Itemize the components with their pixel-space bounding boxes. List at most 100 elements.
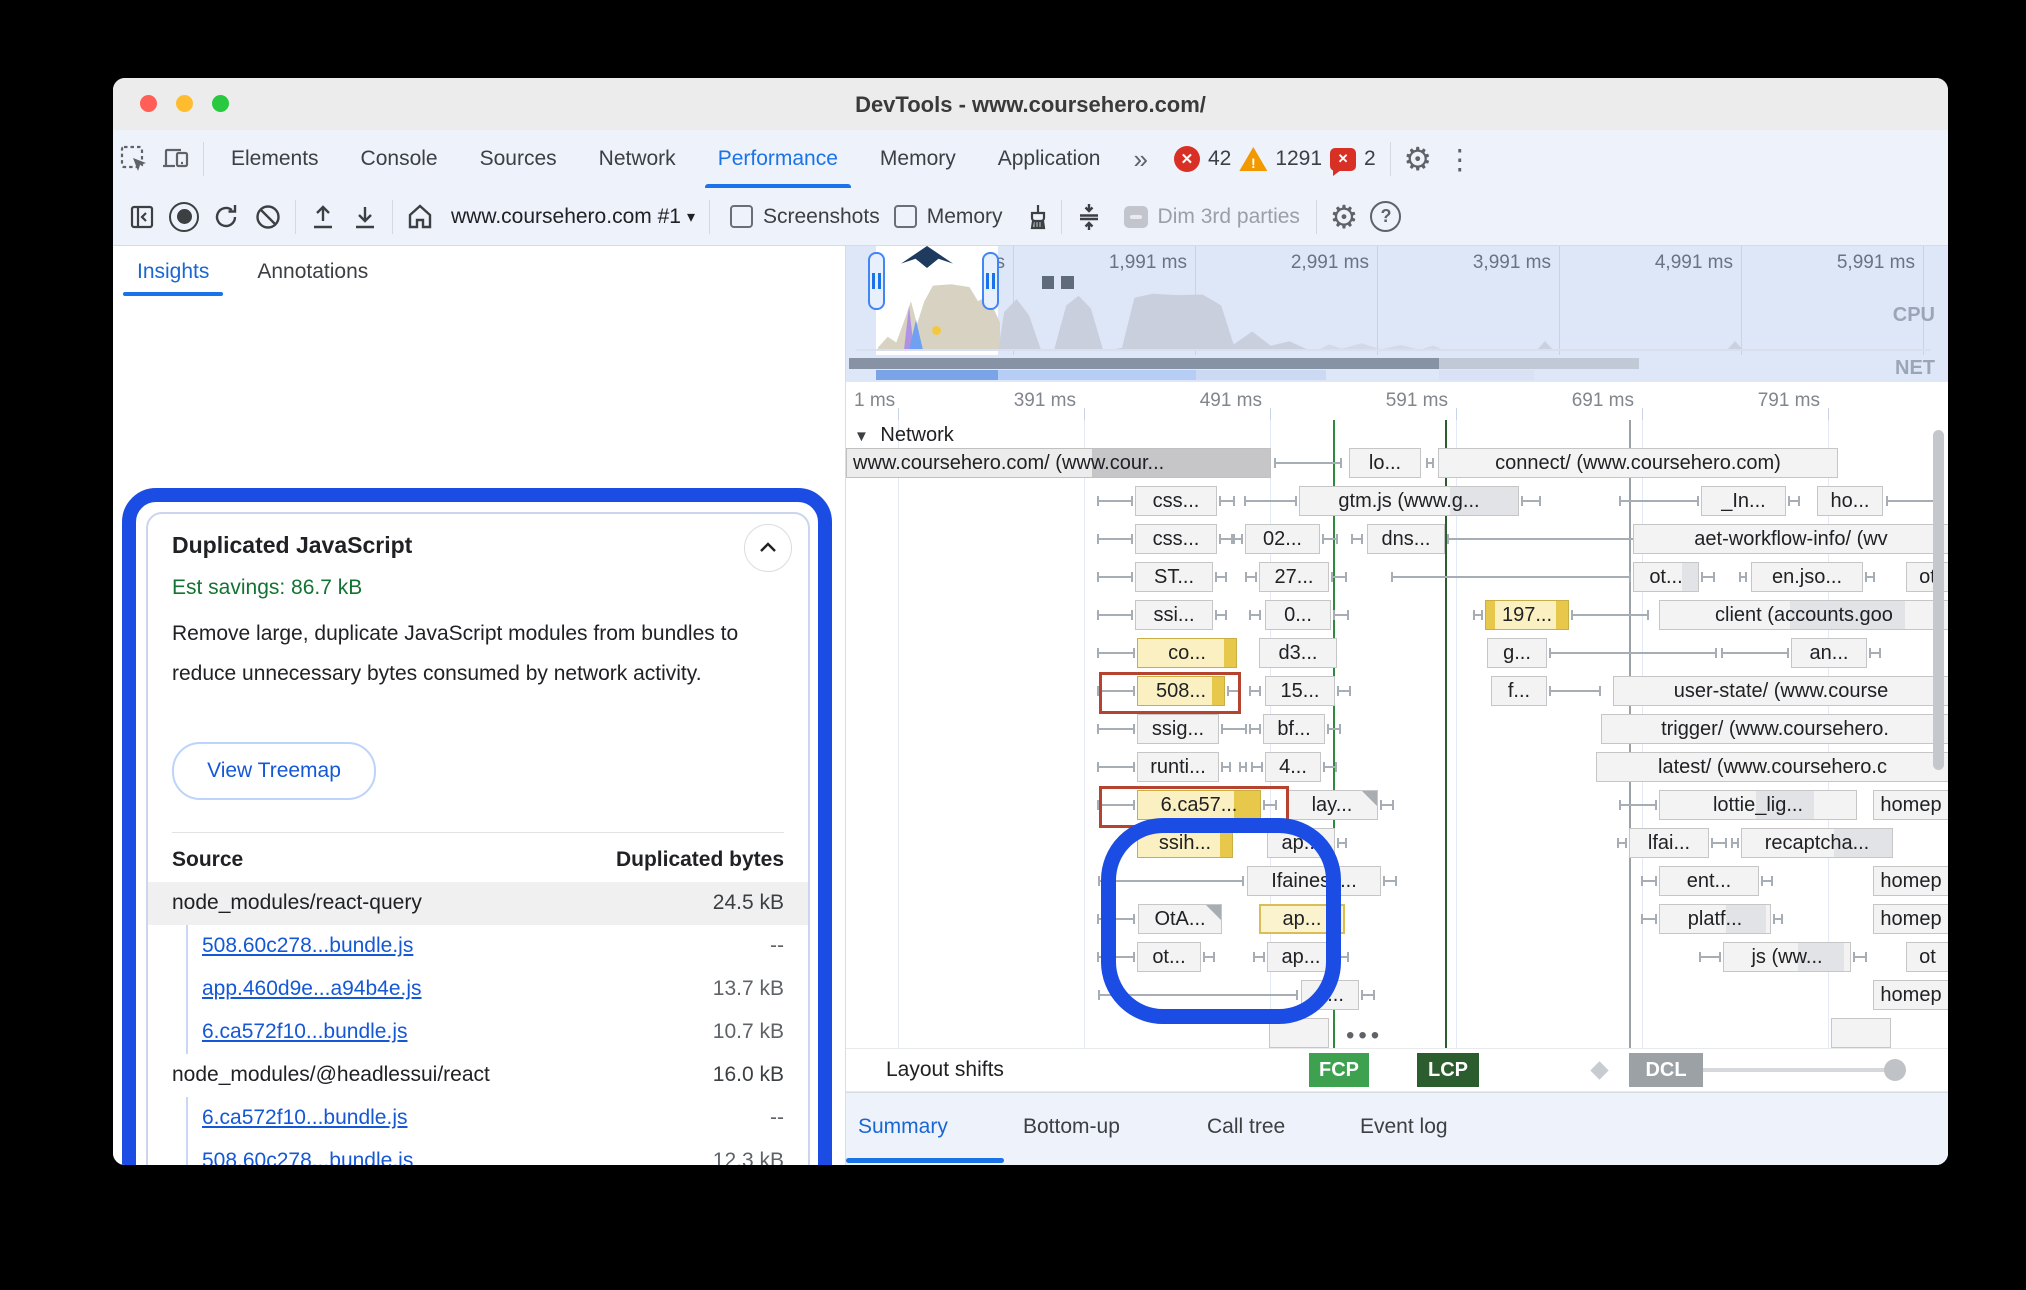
lcp-badge[interactable]: LCP [1417,1053,1479,1087]
network-section-header[interactable]: ▼ Network [854,424,954,447]
network-request[interactable]: lay... [1286,790,1378,820]
network-request[interactable]: js (ww... [1723,942,1851,972]
help-icon[interactable]: ? [1365,196,1407,238]
network-request[interactable]: d3... [1259,638,1337,668]
tab-call-tree[interactable]: Call tree [1207,1115,1285,1139]
network-request[interactable]: an... [1791,638,1867,668]
network-request[interactable]: runti... [1137,752,1219,782]
network-request[interactable]: 02... [1245,524,1320,554]
memory-label[interactable]: Memory [927,205,1003,229]
settings-gear-icon[interactable]: ⚙ [1397,138,1439,180]
network-request[interactable] [1831,1018,1891,1048]
network-request[interactable]: en.jso... [1751,562,1863,592]
network-request[interactable]: ap... [1259,904,1345,934]
network-request[interactable]: recaptcha... [1741,828,1893,858]
network-request[interactable]: latest/ (www.coursehero.c [1596,752,1948,782]
network-request[interactable]: aet-workflow-info/ (wv [1633,524,1948,554]
network-request[interactable]: css... [1135,524,1217,554]
capture-settings-gear-icon[interactable]: ⚙ [1323,196,1365,238]
network-request[interactable]: gtm.js (www.g... [1299,486,1519,516]
network-request[interactable]: 0... [1265,600,1331,630]
screenshots-label[interactable]: Screenshots [763,205,880,229]
tab-memory[interactable]: Memory [859,130,977,188]
network-request[interactable]: ent... [1659,866,1759,896]
bundle-link[interactable]: 6.ca572f10...bundle.js [202,1106,408,1130]
network-request[interactable]: ot [1906,942,1948,972]
selection-handle-left[interactable] [868,252,885,310]
warning-icon[interactable]: ! [1239,147,1267,171]
network-request[interactable]: css... [1135,486,1217,516]
screenshots-checkbox[interactable] [730,205,753,228]
tab-bottom-up[interactable]: Bottom-up [1023,1115,1120,1139]
bundle-link[interactable]: 508.60c278...bundle.js [202,934,413,958]
vertical-scrollbar[interactable] [1933,430,1944,770]
network-request[interactable]: 4... [1265,752,1321,782]
network-request[interactable]: ssih... [1137,828,1233,858]
download-profile-icon[interactable] [344,196,386,238]
network-request[interactable]: user-state/ (www.course [1613,676,1948,706]
network-request[interactable]: f... [1491,676,1547,706]
network-request[interactable]: bf... [1263,714,1325,744]
error-count[interactable]: 42 [1208,147,1231,171]
tab-event-log[interactable]: Event log [1360,1115,1448,1139]
network-request[interactable]: homep [1873,980,1948,1010]
network-request[interactable]: client (accounts.goo [1659,600,1948,630]
network-request[interactable]: ssi... [1135,600,1213,630]
bundle-link[interactable]: app.460d9e...a94b4e.js [202,977,422,1001]
timeline-minimap[interactable]: 991 ms1,991 ms2,991 ms3,991 ms4,991 ms5,… [846,246,1948,355]
chevron-down-icon[interactable]: ▾ [687,207,695,227]
network-request[interactable]: homep [1873,866,1948,896]
network-request[interactable] [1269,1018,1329,1048]
dim-3rd-parties-toggle[interactable] [1124,206,1148,228]
network-request[interactable]: o... [1301,980,1359,1010]
network-request[interactable]: _In... [1701,486,1786,516]
network-request[interactable]: ap... [1267,942,1335,972]
toggle-sidebar-icon[interactable] [121,196,163,238]
network-request[interactable]: g... [1487,638,1547,668]
network-request[interactable]: ap... [1267,828,1335,858]
network-request[interactable]: co... [1137,638,1237,668]
warning-count[interactable]: 1291 [1275,147,1322,171]
network-request[interactable]: homep [1873,790,1948,820]
view-treemap-button[interactable]: View Treemap [172,742,376,800]
network-request[interactable]: ST... [1135,562,1213,592]
overflow-indicator[interactable]: ••• [1346,1022,1383,1048]
issue-count[interactable]: 2 [1364,147,1376,171]
record-button[interactable] [163,196,205,238]
network-request[interactable]: lfai... [1629,828,1709,858]
history-dropdown[interactable]: www.coursehero.com #1 [451,205,681,229]
tab-sources[interactable]: Sources [459,130,578,188]
network-request[interactable]: 6.ca57... [1137,790,1261,820]
more-options-icon[interactable]: ⋮ [1439,138,1481,180]
collapse-insight-button[interactable] [744,524,792,572]
reload-and-record-icon[interactable] [205,196,247,238]
tab-network[interactable]: Network [578,130,697,188]
network-request[interactable]: platf... [1659,904,1771,934]
network-request[interactable]: 27... [1259,562,1329,592]
tab-console[interactable]: Console [340,130,459,188]
bundle-link[interactable]: 508.60c278...bundle.js [202,1149,413,1165]
upload-profile-icon[interactable] [302,196,344,238]
network-request[interactable]: ot... [1137,942,1201,972]
inspect-element-icon[interactable] [113,138,155,180]
network-request[interactable]: ssig... [1137,714,1219,744]
network-request[interactable]: trigger/ (www.coursehero. [1601,714,1948,744]
network-request[interactable]: 508... [1137,676,1225,706]
network-request[interactable]: OtA... [1138,904,1222,934]
error-icon[interactable]: ✕ [1174,146,1200,172]
network-request[interactable]: connect/ (www.coursehero.com) [1438,448,1838,478]
home-icon[interactable] [399,196,441,238]
network-request[interactable]: Ifainess... [1247,866,1381,896]
sidebar-tab-insights[interactable]: Insights [113,246,233,298]
network-request[interactable]: 197... [1485,600,1569,630]
sidebar-tab-annotations[interactable]: Annotations [233,246,392,298]
network-request[interactable]: ho... [1817,486,1883,516]
network-request[interactable]: ot... [1633,562,1699,592]
network-request[interactable]: lottie_lig... [1659,790,1857,820]
network-request[interactable]: 15... [1265,676,1335,706]
fcp-badge[interactable]: FCP [1309,1053,1369,1087]
selection-handle-right[interactable] [982,252,999,310]
bundle-link[interactable]: 6.ca572f10...bundle.js [202,1020,408,1044]
network-request[interactable]: dns... [1367,524,1445,554]
tab-application[interactable]: Application [977,130,1122,188]
